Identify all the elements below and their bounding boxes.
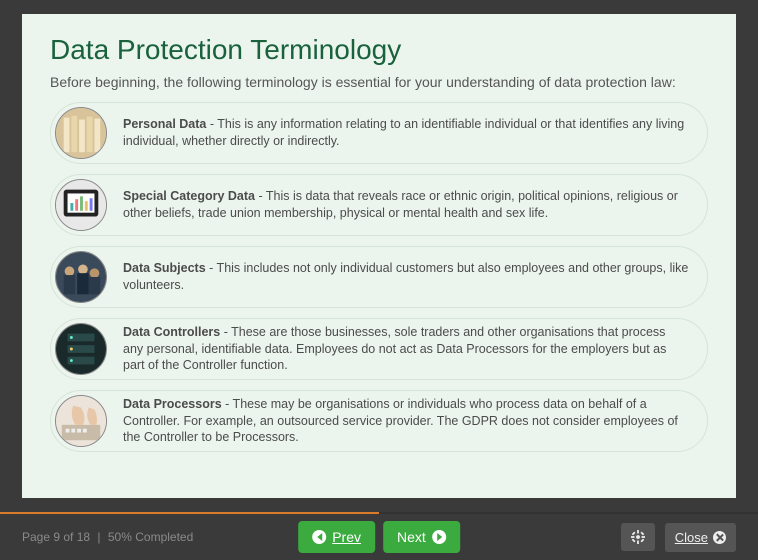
term-name: Data Controllers <box>123 325 220 339</box>
next-label: Next <box>397 529 426 545</box>
page-indicator: Page 9 of 18 <box>22 530 90 544</box>
right-controls: Close <box>621 523 736 552</box>
settings-button[interactable] <box>621 523 655 551</box>
term-name: Special Category Data <box>123 189 255 203</box>
page-status: Page 9 of 18 | 50% Completed <box>22 530 193 544</box>
term-text: Data Subjects - This includes not only i… <box>123 260 689 294</box>
close-label: Close <box>675 530 708 545</box>
term-row-data-subjects: Data Subjects - This includes not only i… <box>50 246 708 308</box>
term-text: Special Category Data - This is data tha… <box>123 188 689 222</box>
content-area: Data Protection Terminology Before begin… <box>0 0 758 512</box>
term-row-special-category: Special Category Data - This is data tha… <box>50 174 708 236</box>
crowd-icon <box>55 251 107 303</box>
tablet-chart-icon <box>55 179 107 231</box>
progress-indicator: 50% Completed <box>108 530 193 544</box>
term-name: Data Subjects <box>123 261 206 275</box>
status-separator: | <box>97 530 100 544</box>
next-button[interactable]: Next <box>383 521 460 553</box>
term-text: Data Processors - These may be organisat… <box>123 396 689 447</box>
term-name: Data Processors <box>123 397 222 411</box>
page-card: Data Protection Terminology Before begin… <box>22 14 736 498</box>
term-text: Data Controllers - These are those busin… <box>123 324 689 375</box>
term-text: Personal Data - This is any information … <box>123 116 689 150</box>
server-icon <box>55 323 107 375</box>
term-list: Personal Data - This is any information … <box>50 102 708 452</box>
gear-icon <box>631 530 645 544</box>
typing-icon <box>55 395 107 447</box>
chevron-left-icon <box>312 530 326 544</box>
term-row-data-processors: Data Processors - These may be organisat… <box>50 390 708 452</box>
term-name: Personal Data <box>123 117 206 131</box>
prev-label: Prev <box>332 529 361 545</box>
term-desc: - This is any information relating to an… <box>123 117 684 148</box>
page-title: Data Protection Terminology <box>50 34 708 66</box>
term-row-personal-data: Personal Data - This is any information … <box>50 102 708 164</box>
chevron-right-icon <box>432 530 446 544</box>
close-icon <box>713 531 726 544</box>
close-button[interactable]: Close <box>665 523 736 552</box>
intro-text: Before beginning, the following terminol… <box>50 74 708 90</box>
prev-button[interactable]: Prev <box>298 521 375 553</box>
term-row-data-controllers: Data Controllers - These are those busin… <box>50 318 708 380</box>
footer-bar: Page 9 of 18 | 50% Completed Prev Next C… <box>0 514 758 560</box>
files-icon <box>55 107 107 159</box>
nav-buttons: Prev Next <box>298 521 460 553</box>
term-desc: - This includes not only individual cust… <box>123 261 688 292</box>
